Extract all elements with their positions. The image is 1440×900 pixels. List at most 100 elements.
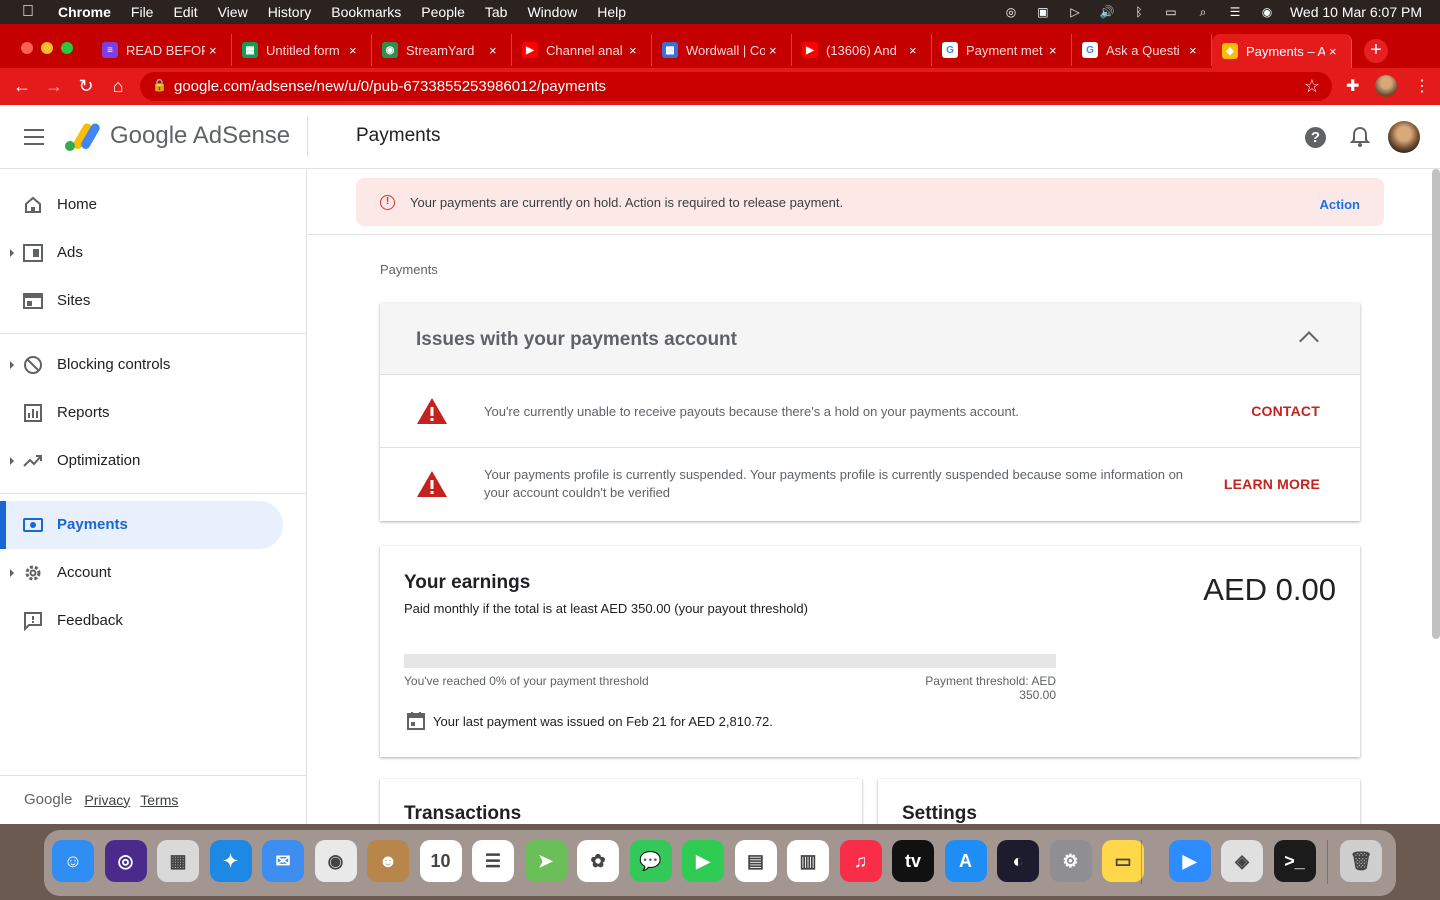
sidebar-item-optimization[interactable]: Optimization [0,437,283,485]
transactions-card[interactable]: Transactions [380,779,862,824]
siri-icon[interactable]: ◎ [104,840,147,882]
browser-tab[interactable]: ▦ Untitled form × [232,34,372,66]
mail-icon[interactable]: ✉ [262,840,304,882]
extensions-icon[interactable]: ✚ [1346,76,1359,96]
calendar-icon[interactable]: 10 [419,840,462,882]
page-scrollbar[interactable] [1432,169,1440,639]
apple-icon[interactable]:  [22,3,38,21]
music-icon[interactable]: ♫ [839,840,882,882]
contact-button[interactable]: CONTACT [1251,403,1320,419]
chevron-up-icon[interactable] [1299,331,1319,351]
reminders-icon[interactable]: ☰ [472,840,514,882]
close-tab-icon[interactable]: × [209,43,221,58]
home-browser-icon[interactable]: ⌂ [107,75,129,97]
menu-bookmarks[interactable]: Bookmarks [331,4,401,20]
sidebar-item-home[interactable]: Home [0,181,283,229]
control-center-icon[interactable]: ☰ [1226,5,1244,19]
learn-more-button[interactable]: LEARN MORE [1224,476,1320,492]
creative-cloud-icon[interactable]: ◎ [1002,5,1020,19]
menu-help[interactable]: Help [597,4,626,20]
volume-icon[interactable]: 🔊 [1098,5,1116,19]
browser-tab[interactable]: ▩ Wordwall | Co × [652,34,792,66]
terms-link[interactable]: Terms [140,792,178,808]
zoom-icon[interactable]: ▶ [1168,840,1211,882]
close-tab-icon[interactable]: × [1329,44,1341,59]
issues-card-header[interactable]: Issues with your payments account [380,303,1360,375]
notifications-bell-icon[interactable] [1350,126,1370,148]
bookmark-star-icon[interactable]: ☆ [1304,76,1320,97]
play-icon[interactable]: ▷ [1066,5,1084,19]
help-icon[interactable]: ? [1305,127,1326,148]
menu-file[interactable]: File [131,4,154,20]
lock-icon[interactable]: 🔒 [152,78,167,92]
close-tab-icon[interactable]: × [1189,43,1201,58]
menu-people[interactable]: People [421,4,465,20]
menu-icon[interactable] [24,129,44,145]
reload-icon[interactable]: ↻ [75,75,97,97]
expand-caret-icon[interactable] [10,361,14,369]
chrome-icon[interactable]: ◉ [314,840,357,882]
finder-icon[interactable]: ☺ [52,840,94,882]
spotlight-icon[interactable]: ⌕ [1194,5,1212,19]
messages-icon[interactable]: 💬 [629,840,672,882]
expand-caret-icon[interactable] [10,457,14,465]
close-tab-icon[interactable]: × [769,43,781,58]
browser-tab[interactable]: ▶ (13606) And × [792,34,932,66]
new-tab-button[interactable]: + [1364,39,1388,63]
close-tab-icon[interactable]: × [909,43,921,58]
profile-avatar-icon[interactable] [1375,75,1397,97]
obs-icon[interactable]: ◐ [997,840,1039,882]
close-tab-icon[interactable]: × [629,43,641,58]
menu-edit[interactable]: Edit [173,4,197,20]
close-window-button[interactable] [21,42,33,54]
address-bar[interactable]: 🔒 google.com/adsense/new/u/0/pub-6733855… [140,72,1332,101]
browser-tab[interactable]: G Ask a Questi × [1072,34,1212,66]
zoom-window-button[interactable] [61,42,73,54]
tv-icon[interactable]: tv [892,840,934,882]
menu-view[interactable]: View [218,4,248,20]
terminal-icon[interactable]: >_ [1273,840,1316,882]
numbers-icon[interactable]: ▥ [787,840,829,882]
system-preferences-icon[interactable]: ⚙ [1049,840,1092,882]
minimize-window-button[interactable] [41,42,53,54]
facetime-icon[interactable]: ▶ [682,840,724,882]
siri-status-icon[interactable]: ◉ [1258,5,1276,19]
menu-tab[interactable]: Tab [485,4,508,20]
sidebar-item-feedback[interactable]: Feedback [0,597,283,645]
forward-icon[interactable]: → [43,75,65,97]
notes-icon[interactable]: ▭ [1102,840,1144,882]
keynote-icon[interactable]: ▤ [734,840,777,882]
expand-caret-icon[interactable] [10,569,14,577]
browser-tab[interactable]: G Payment met × [932,34,1072,66]
preview-icon[interactable]: ◈ [1221,840,1263,882]
safari-icon[interactable]: ✦ [209,840,252,882]
close-tab-icon[interactable]: × [1049,43,1061,58]
photos-icon[interactable]: ✿ [577,840,619,882]
sidebar-item-ads[interactable]: Ads [0,229,283,277]
adsense-logo[interactable] [64,122,100,152]
maps-icon[interactable]: ➤ [524,840,567,882]
menu-window[interactable]: Window [527,4,577,20]
sidebar-item-reports[interactable]: Reports [0,389,283,437]
browser-tab[interactable]: ▶ Channel anal × [512,34,652,66]
sidebar-item-blocking-controls[interactable]: Blocking controls [0,341,283,389]
browser-tab[interactable]: ◆ Payments – A × [1212,34,1352,68]
sidebar-item-sites[interactable]: Sites [0,277,283,325]
close-tab-icon[interactable]: × [349,43,361,58]
menu-app[interactable]: Chrome [58,4,111,20]
zoom-status-icon[interactable]: ▣ [1034,5,1052,19]
battery-icon[interactable]: ▭ [1162,5,1180,19]
close-tab-icon[interactable]: × [489,43,501,58]
alert-action-button[interactable]: Action [1320,197,1360,212]
sidebar-item-account[interactable]: Account [0,549,283,597]
menubar-clock[interactable]: Wed 10 Mar 6:07 PM [1290,4,1422,20]
more-menu-icon[interactable]: ⋮ [1414,76,1430,96]
browser-tab[interactable]: ◉ StreamYard × [372,34,512,66]
menu-history[interactable]: History [268,4,312,20]
browser-tab[interactable]: ≡ READ BEFOR × [92,34,232,66]
contacts-icon[interactable]: ☻ [367,840,409,882]
privacy-link[interactable]: Privacy [84,792,130,808]
back-icon[interactable]: ← [11,75,33,97]
appstore-icon[interactable]: A [944,840,987,882]
bluetooth-icon[interactable]: ᛒ [1130,5,1148,19]
